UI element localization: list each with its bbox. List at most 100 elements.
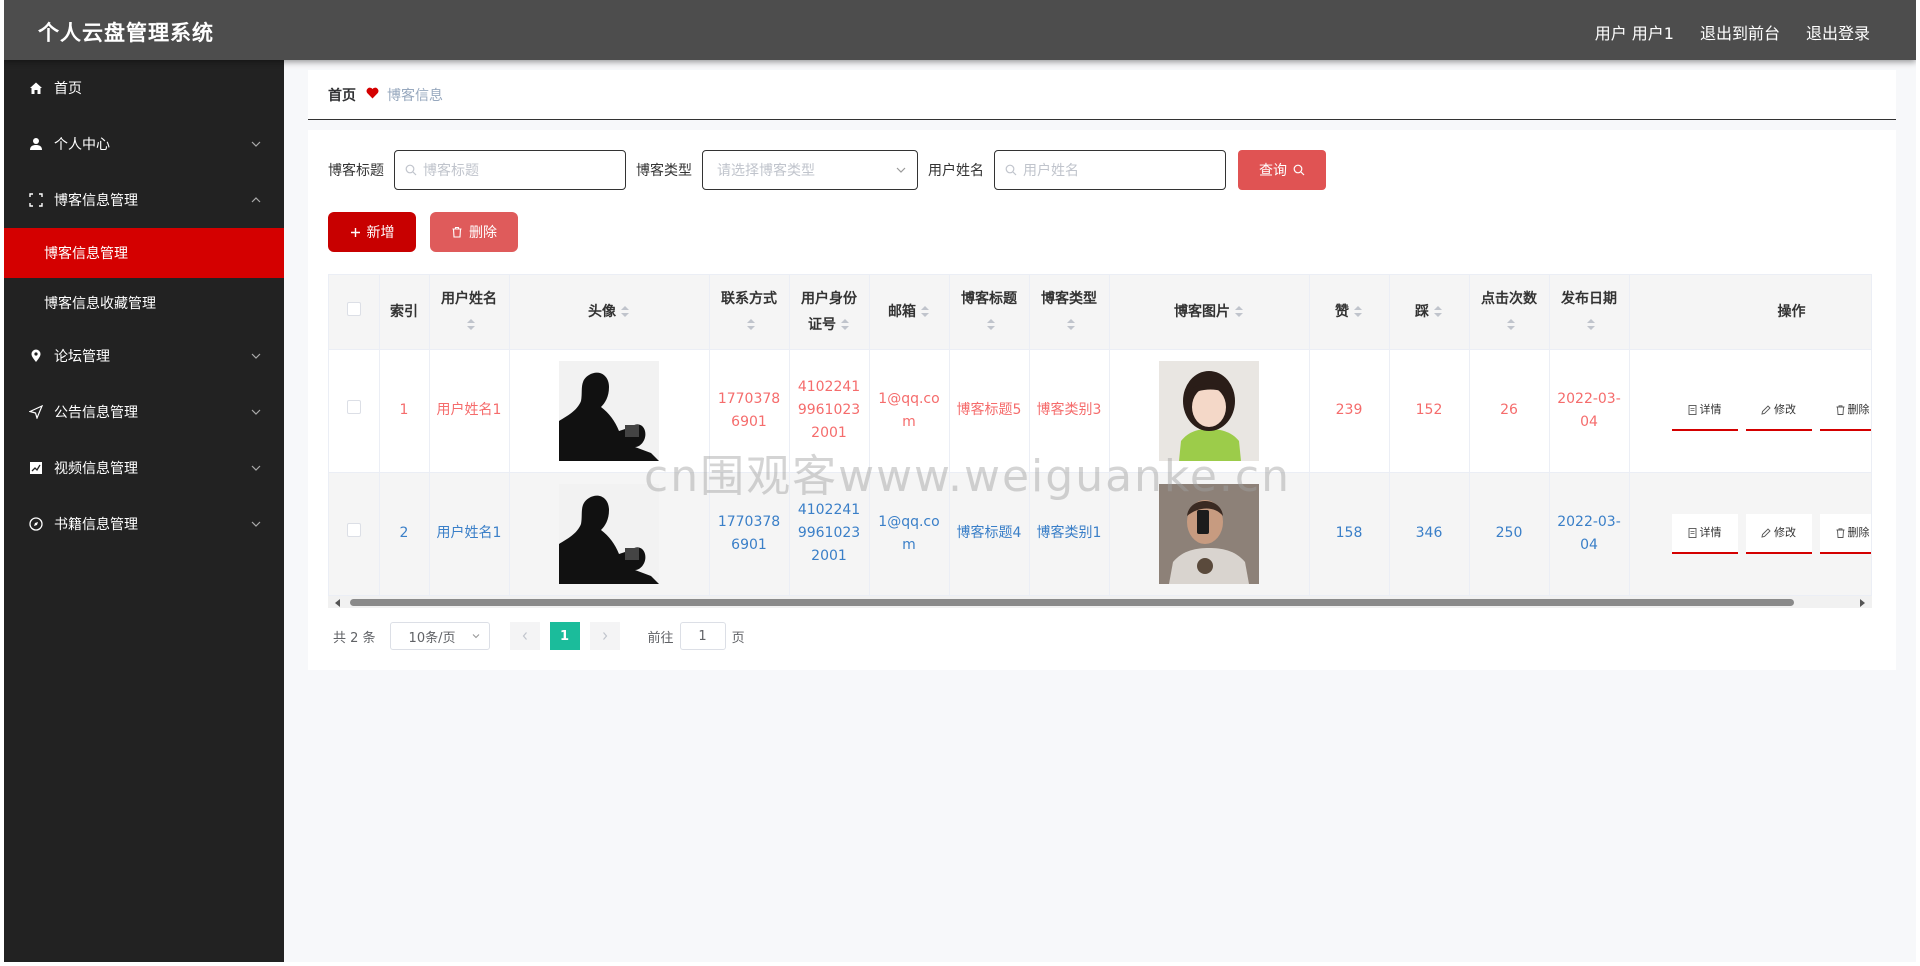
add-button[interactable]: 新增 [328, 212, 416, 252]
breadcrumb-home[interactable]: 首页 [328, 85, 356, 105]
fullscreen-icon [28, 192, 44, 208]
trash-icon [1836, 404, 1844, 415]
sort-icon[interactable] [1506, 318, 1516, 332]
chevron-right-icon [602, 632, 607, 640]
row-checkbox[interactable] [329, 472, 380, 596]
edit-button[interactable]: 修改 [1745, 390, 1812, 431]
col-user-name[interactable]: 用户姓名 [429, 275, 510, 350]
sidebar-item-profile[interactable]: 个人中心 [4, 116, 284, 172]
sidebar-item-notice[interactable]: 公告信息管理 [4, 384, 284, 440]
sort-icon[interactable] [1234, 305, 1244, 319]
sort-icon[interactable] [466, 318, 476, 332]
scrollbar-thumb[interactable] [350, 599, 1794, 606]
sidebar-item-forum[interactable]: 论坛管理 [4, 328, 284, 384]
document-icon [1688, 527, 1696, 538]
blog-title-input[interactable]: 博客标题 [394, 150, 626, 190]
delete-button[interactable]: 删除 [1819, 390, 1871, 431]
col-dislike[interactable]: 踩 [1389, 275, 1470, 350]
detail-label: 详情 [1699, 403, 1722, 416]
sidebar-subitem-blog-info[interactable]: 博客信息管理 [4, 228, 284, 278]
sidebar-item-home[interactable]: 首页 [4, 60, 284, 116]
col-email[interactable]: 邮箱 [869, 275, 950, 350]
sort-icon[interactable] [840, 318, 850, 332]
col-blog-type[interactable]: 博客类型 [1029, 275, 1110, 350]
trash-icon [452, 226, 462, 238]
breadcrumb: 首页 博客信息 [308, 70, 1896, 120]
col-avatar[interactable]: 头像 [509, 275, 710, 350]
sort-icon[interactable] [1586, 318, 1596, 332]
scroll-left-icon[interactable] [335, 599, 340, 607]
logout-link[interactable]: 退出登录 [1806, 20, 1870, 44]
sidebar-item-label: 视频信息管理 [54, 461, 138, 477]
cell-user-name: 用户姓名1 [429, 472, 510, 596]
page-number-current[interactable]: 1 [549, 622, 580, 650]
batch-delete-button[interactable]: 删除 [430, 212, 518, 252]
prev-page-button[interactable] [509, 622, 540, 650]
blog-title-placeholder: 博客标题 [423, 163, 479, 179]
cell-user-name: 用户姓名1 [429, 349, 510, 473]
sidebar-item-label: 首页 [54, 81, 82, 97]
to-front-link[interactable]: 退出到前台 [1700, 20, 1780, 44]
page-size-select[interactable]: 10条/页 [389, 622, 490, 650]
col-label: 博客类型 [1041, 290, 1097, 307]
col-clicks[interactable]: 点击次数 [1469, 275, 1550, 350]
select-all-checkbox[interactable] [329, 275, 380, 350]
sort-icon[interactable] [620, 305, 630, 319]
col-blog-title[interactable]: 博客标题 [949, 275, 1030, 350]
sort-icon[interactable] [920, 305, 930, 319]
detail-label: 详情 [1699, 526, 1722, 539]
user-icon [28, 136, 44, 152]
sort-icon[interactable] [1353, 305, 1363, 319]
sort-icon[interactable] [1433, 305, 1443, 319]
col-blog-image[interactable]: 博客图片 [1109, 275, 1310, 350]
home-icon [28, 80, 44, 96]
chevron-down-icon [472, 634, 479, 639]
detail-button[interactable]: 详情 [1671, 513, 1738, 554]
delete-button[interactable]: 删除 [1819, 513, 1871, 554]
compass-icon [28, 516, 44, 532]
user-name-input[interactable]: 用户姓名 [994, 150, 1226, 190]
edit-button[interactable]: 修改 [1745, 513, 1812, 554]
blog-type-select[interactable]: 请选择博客类型 [702, 150, 918, 190]
detail-button[interactable]: 详情 [1671, 390, 1738, 431]
blog-type-placeholder: 请选择博客类型 [717, 163, 815, 179]
cell-date: 2022-03-04 [1549, 349, 1630, 473]
search-icon [1293, 164, 1305, 176]
chevron-down-icon [251, 409, 261, 415]
query-button-label: 查询 [1259, 163, 1287, 179]
col-date[interactable]: 发布日期 [1549, 275, 1630, 350]
goto-page-input[interactable]: 1 [679, 622, 726, 650]
sidebar-subitem-blog-favorites[interactable]: 博客信息收藏管理 [4, 278, 284, 328]
cell-like: 158 [1309, 472, 1390, 596]
sidebar-item-label: 个人中心 [54, 137, 110, 153]
sort-icon[interactable] [746, 318, 756, 332]
sidebar-item-video[interactable]: 视频信息管理 [4, 440, 284, 496]
col-label: 博客标题 [961, 290, 1017, 307]
sidebar-item-books[interactable]: 书籍信息管理 [4, 496, 284, 552]
top-header: 个人云盘管理系统 用户 用户1 退出到前台 退出登录 [4, 0, 1916, 60]
edit-icon [1761, 404, 1771, 415]
sort-icon[interactable] [1066, 318, 1076, 332]
main-panel: 博客标题 博客标题 博客类型 请选择博客类型 用户姓名 用户姓名 查询 新增 删… [308, 130, 1896, 670]
col-label: 赞 [1335, 303, 1349, 320]
plus-icon [350, 227, 360, 237]
sidebar-item-blog-management[interactable]: 博客信息管理 [4, 172, 284, 228]
col-label: 用户姓名 [441, 290, 497, 307]
next-page-button[interactable] [589, 622, 620, 650]
cell-dislike: 152 [1389, 349, 1470, 473]
cell-operations: 详情 修改 删除 [1629, 472, 1871, 596]
send-icon [28, 404, 44, 420]
chevron-down-icon [251, 465, 261, 471]
watermark: cn围观客www.weiguanke.cn [644, 451, 1291, 502]
sort-icon[interactable] [986, 318, 996, 332]
table-horizontal-scrollbar[interactable] [328, 596, 1872, 608]
query-button[interactable]: 查询 [1238, 150, 1326, 190]
row-checkbox[interactable] [329, 349, 380, 473]
scroll-right-icon[interactable] [1860, 599, 1865, 607]
col-like[interactable]: 赞 [1309, 275, 1390, 350]
page-size-value: 10条/页 [408, 630, 456, 646]
col-index: 索引 [379, 275, 430, 350]
col-phone[interactable]: 联系方式 [709, 275, 790, 350]
chevron-down-icon [251, 353, 261, 359]
col-idcard[interactable]: 用户身份证号 [789, 275, 870, 350]
